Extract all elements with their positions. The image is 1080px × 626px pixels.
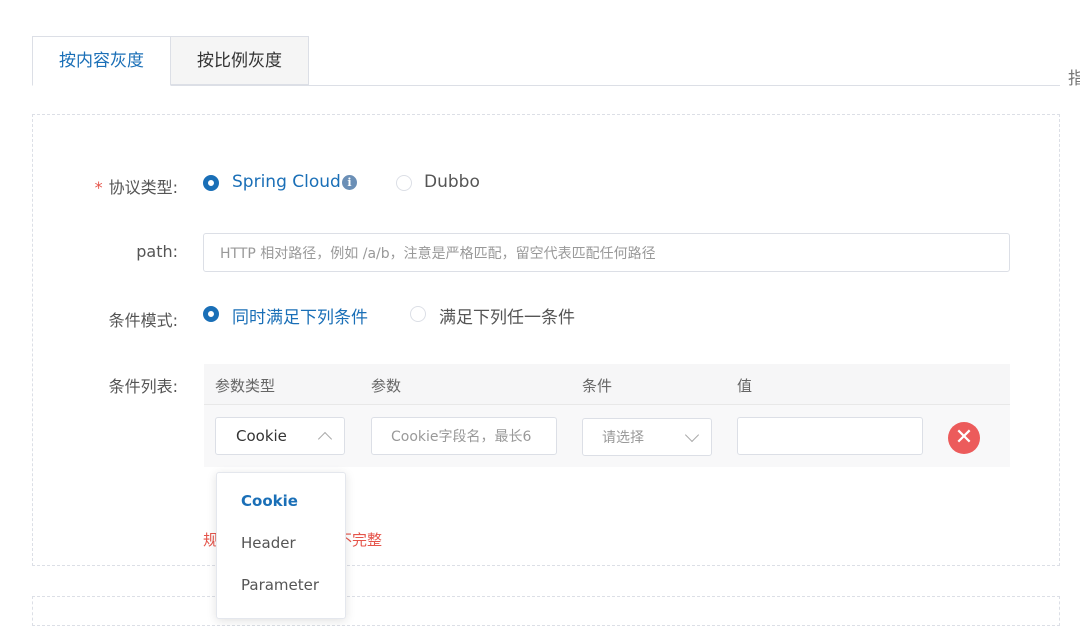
info-icon[interactable]: i (342, 175, 357, 190)
radio-match-any-label[interactable]: 满足下列任一条件 (439, 303, 575, 328)
radio-match-all[interactable] (203, 306, 219, 322)
path-placeholder: HTTP 相对路径，例如 /a/b，注意是严格匹配，留空代表匹配任何路径 (220, 245, 656, 262)
mode-label: 条件模式: (108, 311, 178, 330)
header-param: 参数 (371, 377, 402, 395)
gray-rule-panel (32, 114, 1060, 566)
dropdown-option-cookie[interactable]: Cookie (241, 492, 298, 510)
header-value: 值 (737, 377, 753, 395)
radio-dubbo-label[interactable]: Dubbo (424, 172, 480, 192)
protocol-label: * 协议类型: (28, 174, 178, 198)
chevron-down-icon (684, 427, 700, 443)
condition-select[interactable]: 请选择 (582, 418, 712, 456)
dropdown-option-parameter[interactable]: Parameter (241, 576, 319, 594)
radio-dubbo[interactable] (396, 175, 412, 191)
radio-match-all-label[interactable]: 同时满足下列条件 (232, 303, 368, 328)
radio-spring-cloud[interactable] (203, 175, 219, 191)
tab-by-ratio[interactable]: 按比例灰度 (170, 36, 309, 85)
header-param-type: 参数类型 (215, 377, 276, 395)
condition-placeholder: 请选择 (602, 430, 644, 446)
chevron-up-icon (317, 431, 333, 447)
path-input[interactable]: HTTP 相对路径，例如 /a/b，注意是严格匹配，留空代表匹配任何路径 (203, 233, 1010, 272)
protocol-label-text: 协议类型: (108, 178, 178, 197)
param-type-value: Cookie (236, 427, 287, 445)
value-input[interactable] (737, 417, 923, 455)
clipped-text: 指 (1068, 69, 1080, 89)
path-label: path: (136, 242, 178, 261)
tab-by-content[interactable]: 按内容灰度 (32, 36, 171, 86)
next-panel (32, 596, 1060, 626)
conditions-label: 条件列表: (108, 377, 178, 396)
tabs-divider (32, 85, 1060, 86)
param-type-select[interactable]: Cookie (215, 417, 345, 455)
header-condition: 条件 (582, 377, 613, 395)
dropdown-option-header[interactable]: Header (241, 534, 296, 552)
radio-match-any[interactable] (410, 306, 426, 322)
param-name-placeholder: Cookie字段名，最长6 (391, 429, 532, 445)
param-type-dropdown: Cookie Header Parameter (216, 472, 346, 619)
param-name-input[interactable]: Cookie字段名，最长6 (371, 417, 557, 455)
delete-condition-icon[interactable]: ✕ (948, 422, 980, 454)
radio-spring-cloud-label[interactable]: Spring Cloud (232, 172, 341, 192)
required-mark: * (94, 178, 103, 197)
